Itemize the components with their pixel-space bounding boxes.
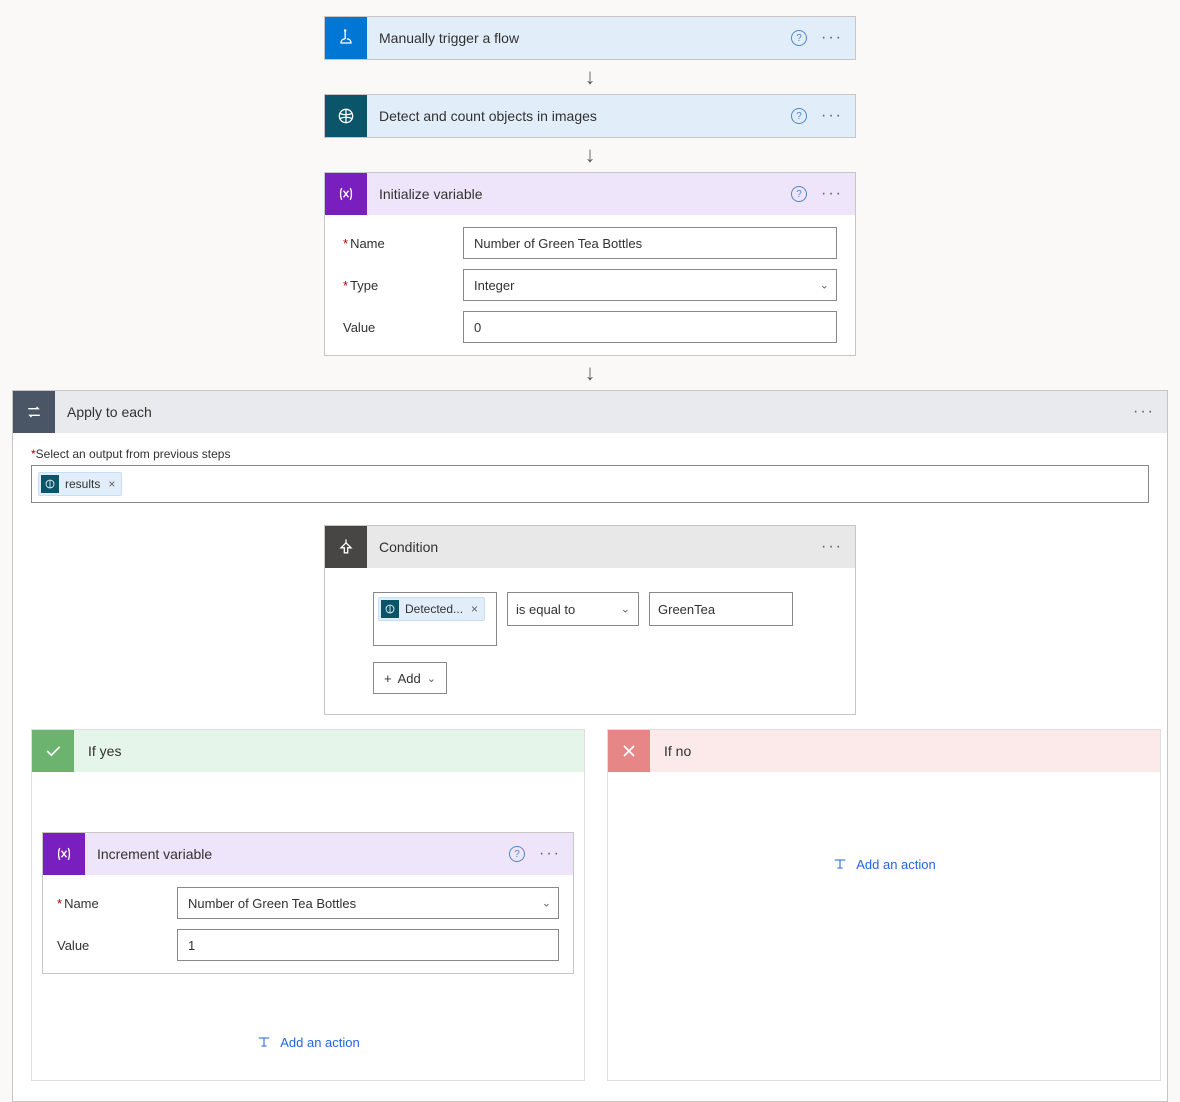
chevron-down-icon: ⌄ (621, 603, 630, 616)
step-trigger[interactable]: Manually trigger a flow ? ··· (324, 16, 856, 60)
value-input[interactable] (177, 929, 559, 961)
step-detect[interactable]: Detect and count objects in images ? ··· (324, 94, 856, 138)
name-label: Name (57, 896, 177, 911)
condition-left-input[interactable]: Detected... × (373, 592, 497, 646)
token-remove[interactable]: × (108, 477, 115, 491)
token-detected[interactable]: Detected... × (378, 597, 485, 621)
step-initialize-variable[interactable]: Initialize variable ? ··· Name Type ⌄ Va… (324, 172, 856, 356)
add-action-label: Add an action (856, 857, 936, 872)
ai-builder-icon (381, 600, 399, 618)
name-select[interactable] (177, 887, 559, 919)
name-label: Name (343, 236, 463, 251)
add-label: Add (398, 671, 421, 686)
step-increment-variable[interactable]: Increment variable ? ··· Name (42, 832, 574, 974)
step-condition[interactable]: Condition ··· Detected... (324, 525, 856, 715)
more-menu[interactable]: ··· (821, 538, 843, 556)
step-title: Initialize variable (379, 186, 779, 202)
step-title: Increment variable (97, 846, 497, 862)
step-title: Apply to each (67, 404, 1121, 420)
value-label: Value (343, 320, 463, 335)
token-remove[interactable]: × (471, 602, 478, 616)
loop-icon (13, 391, 55, 433)
help-icon[interactable]: ? (791, 186, 807, 202)
value-label: Value (57, 938, 177, 953)
close-icon (608, 730, 650, 772)
more-menu[interactable]: ··· (821, 107, 843, 125)
ai-builder-icon (41, 475, 59, 493)
add-action-icon (832, 856, 848, 872)
condition-right-input[interactable]: GreenTea (649, 592, 793, 626)
token-results[interactable]: results × (38, 472, 122, 496)
condition-operator-value: is equal to (516, 602, 575, 617)
help-icon[interactable]: ? (509, 846, 525, 862)
type-label: Type (343, 278, 463, 293)
branch-title: If no (664, 743, 1146, 759)
condition-operator-select[interactable]: is equal to ⌄ (507, 592, 639, 626)
add-action-icon (256, 1034, 272, 1050)
manual-trigger-icon (325, 17, 367, 59)
add-action-button[interactable]: Add an action (256, 1034, 360, 1050)
flow-arrow: ↓ (585, 362, 596, 384)
step-title: Condition (379, 539, 809, 555)
flow-arrow: ↓ (585, 144, 596, 166)
token-label: results (65, 477, 100, 491)
select-output-label: *Select an output from previous steps (31, 447, 1149, 461)
condition-add-button[interactable]: + Add ⌄ (373, 662, 447, 694)
help-icon[interactable]: ? (791, 108, 807, 124)
more-menu[interactable]: ··· (821, 185, 843, 203)
variable-icon (325, 173, 367, 215)
add-action-button[interactable]: Add an action (832, 856, 936, 872)
add-action-label: Add an action (280, 1035, 360, 1050)
step-title: Detect and count objects in images (379, 108, 779, 124)
step-title: Manually trigger a flow (379, 30, 779, 46)
flow-arrow: ↓ (585, 66, 596, 88)
condition-right-value: GreenTea (658, 602, 715, 617)
type-select[interactable] (463, 269, 837, 301)
select-output-input[interactable]: results × (31, 465, 1149, 503)
value-input[interactable] (463, 311, 837, 343)
plus-icon: + (384, 671, 392, 686)
more-menu[interactable]: ··· (1133, 403, 1155, 421)
chevron-down-icon: ⌄ (427, 672, 436, 685)
ai-builder-icon (325, 95, 367, 137)
branch-if-no: If no Add an action (607, 729, 1161, 1081)
check-icon (32, 730, 74, 772)
more-menu[interactable]: ··· (821, 29, 843, 47)
more-menu[interactable]: ··· (539, 845, 561, 863)
variable-icon (43, 833, 85, 875)
step-apply-to-each[interactable]: Apply to each ··· *Select an output from… (12, 390, 1168, 1102)
branch-title: If yes (88, 743, 570, 759)
condition-icon (325, 526, 367, 568)
branch-if-yes: If yes Increment variable ? ··· (31, 729, 585, 1081)
name-input[interactable] (463, 227, 837, 259)
token-label: Detected... (405, 602, 463, 616)
help-icon[interactable]: ? (791, 30, 807, 46)
